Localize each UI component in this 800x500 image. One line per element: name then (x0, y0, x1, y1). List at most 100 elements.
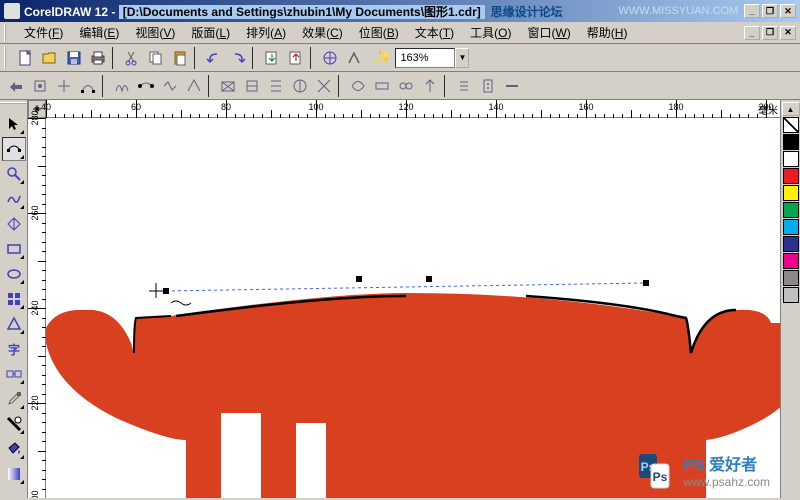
propbar-btn-7[interactable] (182, 74, 206, 98)
menu-f[interactable]: 文件(F) (16, 22, 71, 43)
app-launcher-button[interactable] (318, 46, 342, 70)
palette-up-arrow[interactable]: ▲ (782, 102, 800, 116)
propbar-btn-8[interactable] (216, 74, 240, 98)
new-button[interactable] (14, 46, 38, 70)
propbar-btn-2[interactable] (52, 74, 76, 98)
close-button[interactable]: ✕ (780, 4, 796, 18)
interactive-blend-tool[interactable] (2, 362, 26, 386)
bezier-handles[interactable] (146, 273, 676, 313)
mdi-close[interactable]: ✕ (780, 26, 796, 40)
menu-e[interactable]: 编辑(E) (71, 22, 127, 43)
standard-toolbar: ✨ ▼ (0, 44, 800, 72)
swatch-#ed1c24[interactable] (783, 168, 799, 184)
menu-t[interactable]: 文本(T) (407, 22, 462, 43)
ellipse-tool[interactable] (2, 262, 26, 286)
maximize-button[interactable]: ❐ (762, 4, 778, 18)
zoom-combo[interactable]: ▼ (395, 48, 469, 68)
swatch-#898989[interactable] (783, 270, 799, 286)
propbar-btn-12[interactable] (312, 74, 336, 98)
swatch-none[interactable] (783, 117, 799, 133)
canvas-area: 毫米 406080100120140160180200 200220240260… (28, 100, 780, 498)
main-area: 字 毫米 406080100120140160180200 2002202402… (0, 100, 800, 498)
swatch-#fff200[interactable] (783, 185, 799, 201)
menu-o[interactable]: 工具(O) (462, 22, 519, 43)
shape-tool[interactable] (2, 137, 26, 161)
propbar-btn-3[interactable] (76, 74, 100, 98)
corel-online-button[interactable] (342, 46, 366, 70)
swatch-#ffffff[interactable] (783, 151, 799, 167)
menu-b[interactable]: 位图(B) (351, 22, 407, 43)
rectangle-tool[interactable] (2, 237, 26, 261)
propbar-btn-11[interactable] (288, 74, 312, 98)
pick-tool[interactable] (2, 112, 26, 136)
import-button[interactable] (260, 46, 284, 70)
text-tool[interactable]: 字 (2, 337, 26, 361)
propbar-btn-16[interactable] (418, 74, 442, 98)
minimize-button[interactable]: _ (744, 4, 760, 18)
zoom-tool[interactable] (2, 162, 26, 186)
outline-tool[interactable] (2, 412, 26, 436)
eyedropper-tool[interactable] (2, 387, 26, 411)
swatch-#ec008c[interactable] (783, 253, 799, 269)
swatch-#2e3192[interactable] (783, 236, 799, 252)
swatch-#000000[interactable] (783, 134, 799, 150)
mdi-minimize[interactable]: _ (744, 26, 760, 40)
undo-button[interactable] (202, 46, 226, 70)
propbar-btn-5[interactable] (134, 74, 158, 98)
redo-button[interactable] (226, 46, 250, 70)
toolbox-grip[interactable] (0, 102, 27, 110)
propbar-btn-10[interactable] (264, 74, 288, 98)
swatch-#c0c0c0[interactable] (783, 287, 799, 303)
propbar-btn-4[interactable] (110, 74, 134, 98)
ps-url-text: www.psahz.com (683, 475, 770, 489)
basic-shapes-tool[interactable] (2, 312, 26, 336)
svg-text:字: 字 (7, 342, 19, 357)
propbar-btn-14[interactable] (370, 74, 394, 98)
toolbar-grip[interactable] (4, 47, 12, 69)
menubar-grip[interactable] (4, 24, 12, 42)
interactive-fill-tool[interactable] (2, 462, 26, 486)
menu-h[interactable]: 帮助(H) (579, 22, 636, 43)
ps-logo-icon: Ps Ps (637, 450, 677, 490)
ruler-horizontal[interactable]: 毫米 406080100120140160180200 (46, 100, 780, 118)
propbar-btn-1[interactable] (28, 74, 52, 98)
propbar-btn-13[interactable] (346, 74, 370, 98)
menu-c[interactable]: 效果(C) (294, 22, 351, 43)
smart-drawing-tool[interactable] (2, 212, 26, 236)
freehand-tool[interactable] (2, 187, 26, 211)
propbar-btn-17[interactable] (452, 74, 476, 98)
swatch-#00a651[interactable] (783, 202, 799, 218)
menu-w[interactable]: 窗口(W) (519, 22, 578, 43)
mdi-restore[interactable]: ❐ (762, 26, 778, 40)
ruler-vertical[interactable]: 200220240260280 (28, 118, 46, 498)
color-palette: ▲ (780, 100, 800, 498)
propbar-btn-18[interactable] (476, 74, 500, 98)
cut-button[interactable] (120, 46, 144, 70)
copy-button[interactable] (144, 46, 168, 70)
menu-l[interactable]: 版面(L) (183, 22, 238, 43)
propbar-btn-19[interactable] (500, 74, 524, 98)
propbar-btn-6[interactable] (158, 74, 182, 98)
open-button[interactable] (38, 46, 62, 70)
propbar-btn-15[interactable] (394, 74, 418, 98)
propbar-btn-0[interactable] (4, 74, 28, 98)
export-button[interactable] (284, 46, 308, 70)
zoom-input[interactable] (395, 48, 455, 68)
polygon-tool[interactable] (2, 287, 26, 311)
menubar: 文件(F)编辑(E)视图(V)版面(L)排列(A)效果(C)位图(B)文本(T)… (0, 22, 800, 44)
fill-tool[interactable] (2, 437, 26, 461)
window-title: CorelDRAW 12 - [D:\Documents and Setting… (24, 3, 485, 20)
print-button[interactable] (86, 46, 110, 70)
titlebar: CorelDRAW 12 - [D:\Documents and Setting… (0, 0, 800, 22)
paste-button[interactable] (168, 46, 192, 70)
menu-v[interactable]: 视图(V) (127, 22, 183, 43)
save-button[interactable] (62, 46, 86, 70)
drawing-canvas[interactable]: Ps Ps PS 爱好者 www.psahz.com (46, 118, 780, 498)
zoom-dropdown[interactable]: ▼ (455, 48, 469, 68)
propbar-btn-9[interactable] (240, 74, 264, 98)
app-icon (4, 3, 20, 19)
svg-text:Ps: Ps (653, 470, 668, 484)
mdi-window-buttons: _ ❐ ✕ (744, 26, 796, 40)
menu-a[interactable]: 排列(A) (238, 22, 294, 43)
swatch-#00aeef[interactable] (783, 219, 799, 235)
